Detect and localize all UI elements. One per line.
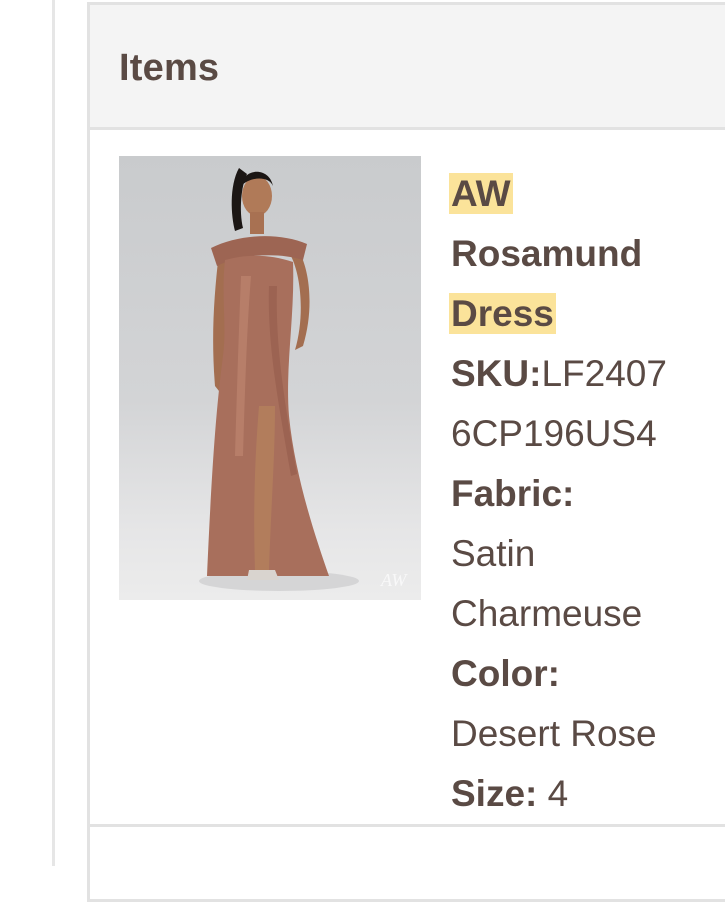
item-details: AW Rosamund Dress SKU:LF2407 6CP196US4 F…	[449, 164, 721, 824]
items-panel-header: Items	[90, 5, 725, 130]
sku-value: LF2407	[541, 353, 667, 394]
item-name-line-2[interactable]: Rosamund	[451, 224, 721, 284]
fabric-value-line-1: Satin	[451, 533, 536, 574]
sku-row: SKU:LF2407	[451, 344, 721, 404]
color-label: Color:	[451, 653, 560, 694]
sku-value-continued: 6CP196US4	[451, 413, 657, 454]
panel-title: Items	[119, 47, 220, 89]
size-label: Size:	[451, 773, 538, 814]
image-watermark: AW	[380, 570, 408, 590]
fabric-value-line-2: Charmeuse	[451, 593, 643, 634]
color-value: Desert Rose	[451, 713, 657, 754]
dress-model-illustration: AW	[199, 168, 408, 591]
item-name-line-3[interactable]: Dress	[449, 284, 721, 344]
product-image[interactable]: AW	[119, 156, 421, 600]
sku-label: SKU:	[451, 353, 542, 394]
size-row: Size: 4	[451, 764, 721, 824]
panel-bottom-divider	[87, 824, 725, 827]
left-divider	[52, 0, 55, 866]
fabric-label: Fabric:	[451, 473, 575, 514]
item-name-line-1[interactable]: AW	[449, 164, 721, 224]
size-value: 4	[547, 773, 569, 814]
